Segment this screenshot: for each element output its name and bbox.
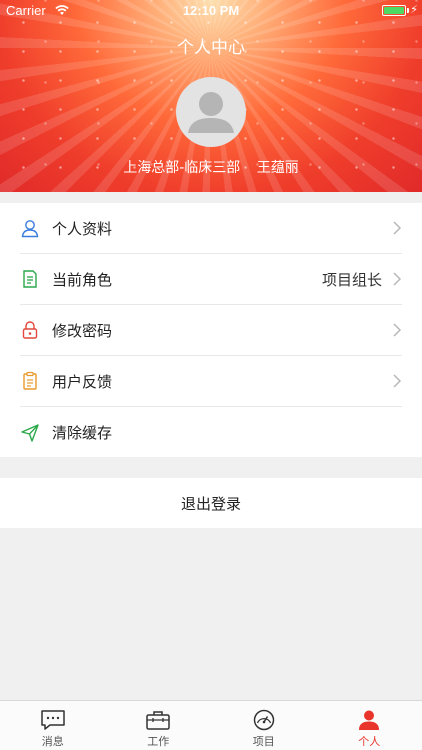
charging-icon: ⚡ xyxy=(410,3,418,16)
menu-item-label: 当前角色 xyxy=(52,270,113,289)
tab-projects[interactable]: 项目 xyxy=(211,701,317,750)
profile-screen: Carrier 12:10 PM ⚡ 个人中心 上海总部-临床三部 王蕴丽 个人… xyxy=(0,0,422,750)
page-title: 个人中心 xyxy=(177,38,245,58)
status-time: 12:10 PM xyxy=(182,3,240,18)
user-info: 上海总部-临床三部 王蕴丽 xyxy=(0,157,422,177)
user-name: 王蕴丽 xyxy=(256,160,299,176)
menu-item-clear-cache[interactable]: 清除缓存 xyxy=(20,407,402,458)
tab-bar: 消息 工作 项目 个人 xyxy=(0,700,422,750)
user-outline-icon xyxy=(20,218,40,238)
chevron-right-icon xyxy=(393,272,402,286)
menu-item-feedback[interactable]: 用户反馈 xyxy=(20,356,402,407)
chevron-right-icon xyxy=(393,221,402,235)
dashboard-icon xyxy=(253,709,274,731)
clipboard-icon xyxy=(20,371,40,391)
battery-tip xyxy=(407,8,409,13)
tab-label: 个人 xyxy=(358,735,381,748)
tab-personal[interactable]: 个人 xyxy=(317,701,422,750)
briefcase-icon xyxy=(146,711,170,730)
message-icon xyxy=(41,710,65,730)
send-icon xyxy=(20,423,40,443)
battery-icon xyxy=(382,5,406,16)
tab-label: 消息 xyxy=(41,735,64,748)
person-icon xyxy=(359,710,380,730)
default-avatar-icon xyxy=(188,92,234,133)
logout-button[interactable]: 退出登录 xyxy=(0,478,422,528)
tab-label: 项目 xyxy=(252,735,275,748)
avatar[interactable] xyxy=(176,77,246,147)
department-label: 上海总部-临床三部 xyxy=(123,160,241,176)
menu-item-current-role[interactable]: 当前角色 项目组长 xyxy=(20,254,402,305)
menu-item-profile[interactable]: 个人资料 xyxy=(20,203,402,254)
tab-messages[interactable]: 消息 xyxy=(0,701,106,750)
chevron-right-icon xyxy=(393,374,402,388)
menu-item-label: 修改密码 xyxy=(52,321,113,340)
document-role-icon xyxy=(20,269,40,289)
menu-item-label: 个人资料 xyxy=(52,219,113,238)
profile-header: Carrier 12:10 PM ⚡ 个人中心 上海总部-临床三部 王蕴丽 xyxy=(0,0,422,192)
current-role-value: 项目组长 xyxy=(321,270,382,289)
tab-work[interactable]: 工作 xyxy=(106,701,212,750)
status-bar: Carrier 12:10 PM ⚡ xyxy=(0,0,422,22)
settings-menu: 个人资料 当前角色 项目组长 修改密码 用户反馈 清除缓存 xyxy=(0,203,422,457)
menu-item-label: 用户反馈 xyxy=(52,372,113,391)
menu-item-label: 清除缓存 xyxy=(52,424,113,442)
menu-item-change-password[interactable]: 修改密码 xyxy=(20,305,402,356)
lock-icon xyxy=(20,320,40,340)
tab-label: 工作 xyxy=(147,735,170,748)
chevron-right-icon xyxy=(393,323,402,337)
